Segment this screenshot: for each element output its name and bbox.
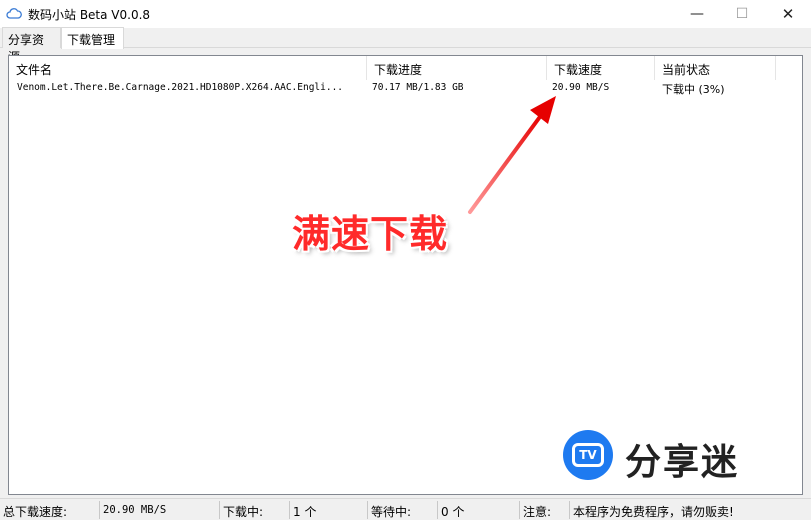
status-total-speed-label: 总下载速度: [0,501,100,519]
annotation-arrow [468,96,556,214]
status-total-speed-value: 20.90 MB/S [100,501,220,519]
column-header-speed[interactable]: 下载速度 [547,56,655,80]
close-button[interactable]: ✕ [765,0,811,28]
status-waiting-value: 0 个 [438,501,520,519]
status-bar: 总下载速度: 20.90 MB/S 下载中: 1 个 等待中: 0 个 注意: … [0,498,811,520]
tab-bar: 分享资源 下载管理 [0,27,811,64]
row-status: 下载中 (3%) [662,83,725,96]
download-list[interactable]: 文件名 下载进度 下载速度 当前状态 Venom.Let.There.Be.Ca… [8,55,803,495]
column-header-filename[interactable]: 文件名 [9,56,367,80]
list-header: 文件名 下载进度 下载速度 当前状态 [9,56,802,80]
column-header-progress[interactable]: 下载进度 [367,56,547,80]
status-waiting-label: 等待中: [368,501,438,519]
title-bar: 数码小站 Beta V0.0.8 — ☐ ✕ [0,0,811,28]
status-note-value: 本程序为免费程序，请勿贩卖! [573,505,734,519]
tv-icon: TV [572,443,604,467]
status-downloading-value: 1 个 [290,501,368,519]
annotation-label: 满速下载 [292,212,449,256]
window-title: 数码小站 Beta V0.0.8 [28,8,151,22]
table-row[interactable]: Venom.Let.There.Be.Carnage.2021.HD1080P.… [9,80,802,98]
watermark-logo: TV [563,430,613,480]
tab-share-resources[interactable]: 分享资源 [2,27,61,64]
tab-download-manager[interactable]: 下载管理 [61,27,124,49]
watermark-text: 分享迷 [625,442,740,483]
status-note-label: 注意: [520,501,570,519]
column-header-status[interactable]: 当前状态 [655,56,776,80]
cloud-icon [6,8,22,19]
minimize-button[interactable]: — [674,0,720,28]
maximize-button[interactable]: ☐ [719,0,765,28]
status-downloading-label: 下载中: [220,501,290,519]
row-filename: Venom.Let.There.Be.Carnage.2021.HD1080P.… [17,82,344,93]
